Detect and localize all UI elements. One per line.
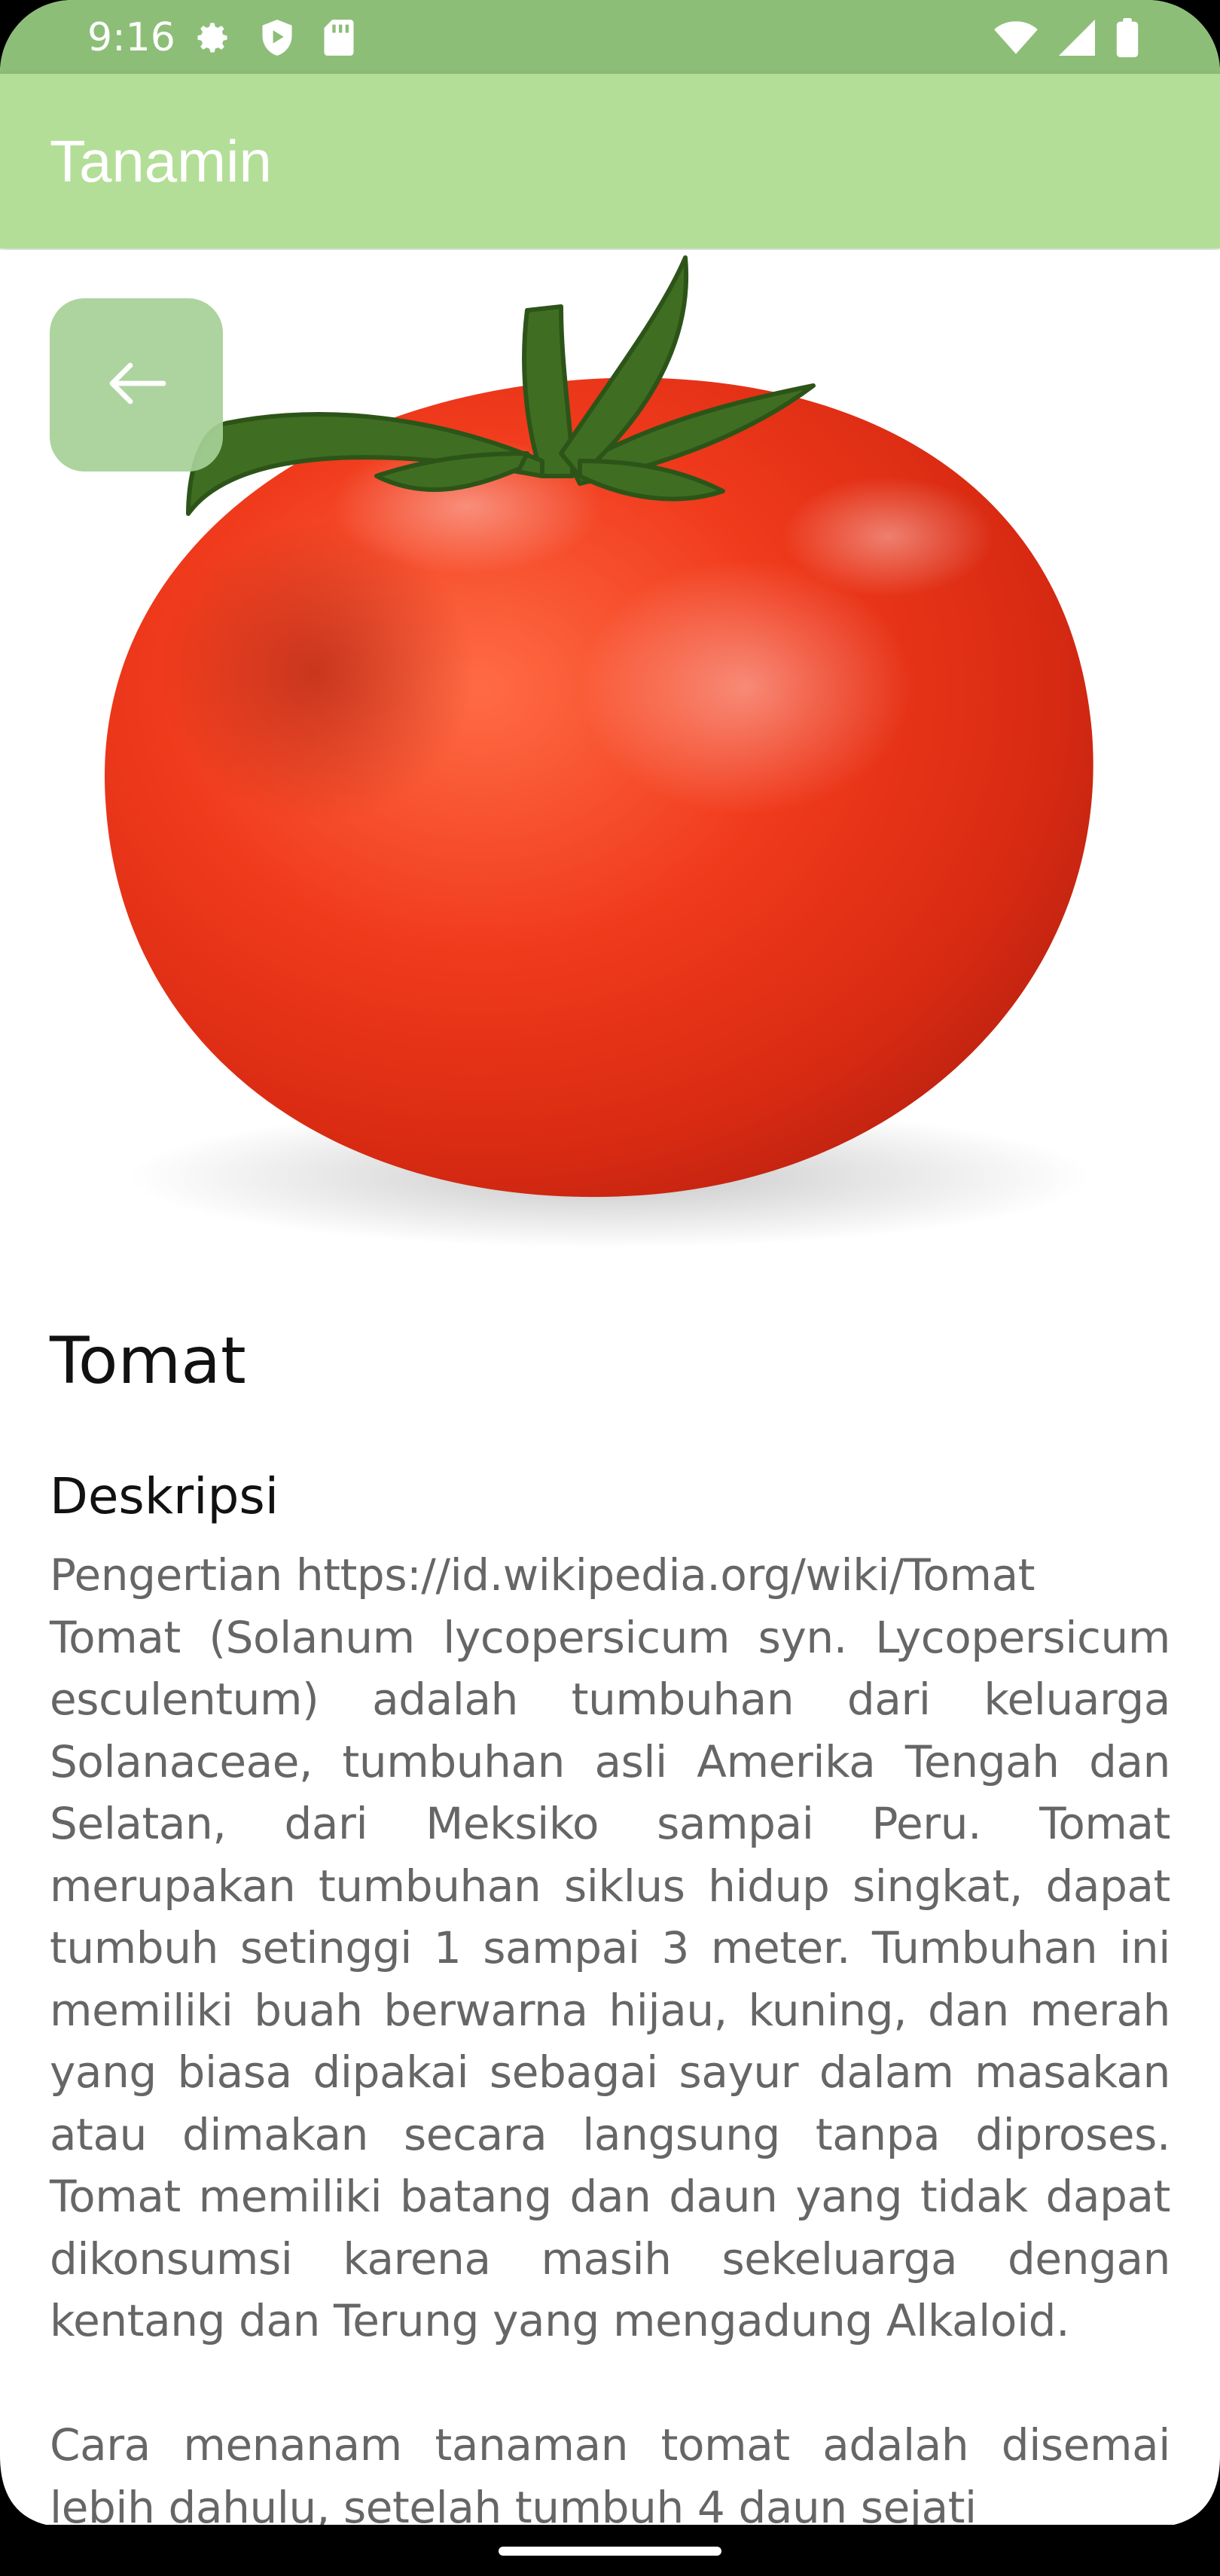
home-gesture-handle[interactable] bbox=[499, 2547, 721, 2556]
battery-icon bbox=[1116, 18, 1139, 57]
description-text: Pengertian https://id.wikipedia.org/wiki… bbox=[50, 1549, 1170, 2533]
plant-name: Tomat bbox=[50, 1323, 246, 1399]
sd-card-icon bbox=[322, 18, 355, 57]
status-icons-right bbox=[994, 18, 1139, 57]
status-icons-left bbox=[193, 18, 355, 57]
screen-corner-right bbox=[1148, 2455, 1220, 2528]
gear-icon bbox=[193, 18, 232, 57]
back-button[interactable] bbox=[50, 298, 223, 472]
status-bar: 9:16 bbox=[0, 0, 1220, 74]
arrow-left-icon bbox=[106, 361, 166, 409]
screen-corner-left bbox=[0, 2455, 72, 2528]
phone-screen: 9:16 Tanamin Tomat Deskripsi Pengertian … bbox=[0, 0, 1220, 2576]
wifi-icon bbox=[994, 20, 1038, 56]
status-time: 9:16 bbox=[87, 15, 175, 60]
signal-icon bbox=[1059, 20, 1095, 56]
description-heading: Deskripsi bbox=[50, 1467, 279, 1525]
app-title: Tanamin bbox=[50, 128, 272, 194]
app-bar: Tanamin bbox=[0, 74, 1220, 249]
shield-play-icon bbox=[259, 18, 295, 57]
